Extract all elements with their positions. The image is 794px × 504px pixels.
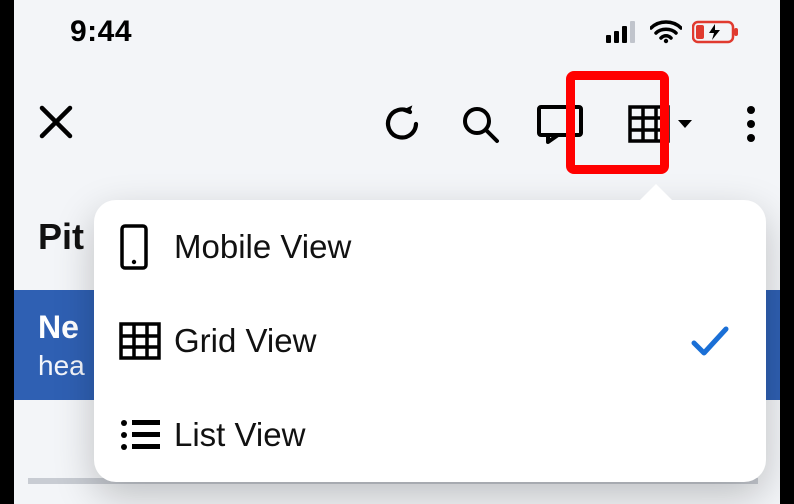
checkmark-icon: [688, 321, 732, 361]
grid-icon: [628, 105, 670, 143]
battery-low-charging-icon: [692, 20, 740, 44]
app-toolbar: [14, 64, 780, 184]
wifi-icon: [650, 20, 682, 44]
mobile-icon: [118, 223, 174, 271]
banner-line-1: Ne: [38, 309, 85, 346]
comment-button[interactable]: [536, 104, 584, 144]
caret-down-icon: [676, 117, 694, 131]
view-menu-item-label: List View: [174, 416, 732, 454]
ios-status-bar: 9:44: [14, 0, 780, 64]
view-menu-item-mobile[interactable]: Mobile View: [94, 200, 766, 294]
status-indicators: [606, 20, 740, 44]
grid-icon: [118, 321, 174, 361]
search-button[interactable]: [458, 102, 502, 146]
refresh-button[interactable]: [380, 102, 424, 146]
view-menu-item-label: Grid View: [174, 322, 688, 360]
view-menu-item-label: Mobile View: [174, 228, 732, 266]
view-switch-button[interactable]: [618, 97, 704, 151]
status-time: 9:44: [70, 15, 132, 49]
view-menu-item-grid[interactable]: Grid View: [94, 294, 766, 388]
banner-line-2: hea: [38, 350, 85, 382]
view-menu-item-list[interactable]: List View: [94, 388, 766, 482]
view-switch-menu: Mobile View Grid View: [94, 200, 766, 482]
cellular-signal-icon: [606, 21, 640, 43]
close-button[interactable]: [36, 102, 76, 142]
app-screen: 9:44: [14, 0, 780, 504]
list-icon: [118, 416, 174, 454]
more-vertical-button[interactable]: [744, 102, 758, 146]
